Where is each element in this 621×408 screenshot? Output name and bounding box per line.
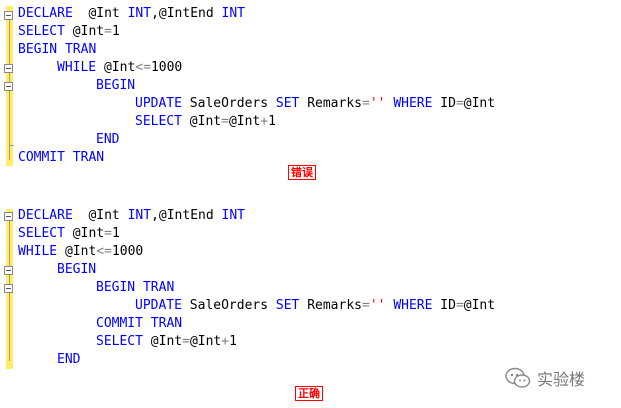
code-token: INT: [127, 208, 152, 223]
code-token: Remarks: [299, 298, 362, 313]
code-token: ID: [432, 298, 456, 313]
code-token: WHILE: [18, 244, 58, 259]
code-token: 1: [111, 226, 120, 241]
code-token: SELECT: [18, 226, 65, 241]
code-token: @Int: [64, 226, 105, 241]
collapse-toggle-icon[interactable]: [4, 212, 13, 221]
collapse-toggle-icon[interactable]: [4, 284, 13, 293]
code-token: BEGIN: [57, 262, 97, 277]
code-token: <=: [96, 244, 112, 259]
code-line: BEGIN: [57, 261, 96, 279]
code-token: BEGIN TRAN: [96, 280, 175, 295]
code-token: COMMIT TRAN: [96, 316, 183, 331]
code-token: END: [57, 352, 81, 367]
code-token: @Int: [142, 334, 183, 349]
code-line: SELECT @Int=@Int+1: [96, 333, 237, 351]
code-token: =: [455, 298, 464, 313]
watermark-text: 实验楼: [537, 370, 586, 389]
code-token: INT: [221, 208, 246, 223]
code-token: '': [369, 298, 386, 313]
code-token: @Int: [463, 298, 496, 313]
code-token: SET: [275, 298, 300, 313]
code-token: =: [104, 226, 112, 241]
code-token: @Int: [72, 208, 128, 223]
code-line: WHILE @Int<=1000: [18, 243, 143, 261]
code-token: +: [221, 334, 230, 349]
code-token: 1: [229, 334, 237, 349]
code-token: UPDATE: [135, 298, 182, 313]
collapse-toggle-icon[interactable]: [4, 266, 13, 275]
code-token: SELECT: [96, 334, 143, 349]
code-panel-right: DECLARE @Int INT,@IntEnd INT SELECT @Int=…: [0, 0, 621, 408]
code-token: @Int: [57, 244, 97, 259]
code-token: @Int: [189, 334, 222, 349]
code-token: WHERE: [393, 298, 433, 313]
code-line: COMMIT TRAN: [96, 315, 182, 333]
label-right: 正确: [295, 386, 323, 401]
watermark: 实验楼: [505, 366, 585, 390]
code-line: DECLARE @Int INT,@IntEnd INT: [18, 207, 245, 225]
wechat-icon: [505, 367, 531, 388]
code-token: SaleOrders: [181, 298, 276, 313]
code-token: DECLARE: [18, 208, 73, 223]
code-token: ,@IntEnd: [151, 208, 222, 223]
code-token: =: [362, 298, 370, 313]
code-token: 1000: [111, 244, 144, 259]
code-line: SELECT @Int=1: [18, 225, 120, 243]
code-line: BEGIN TRAN: [96, 279, 174, 297]
code-line: END: [57, 351, 80, 369]
code-token: =: [182, 334, 190, 349]
code-line: UPDATE SaleOrders SET Remarks='' WHERE I…: [135, 297, 495, 315]
